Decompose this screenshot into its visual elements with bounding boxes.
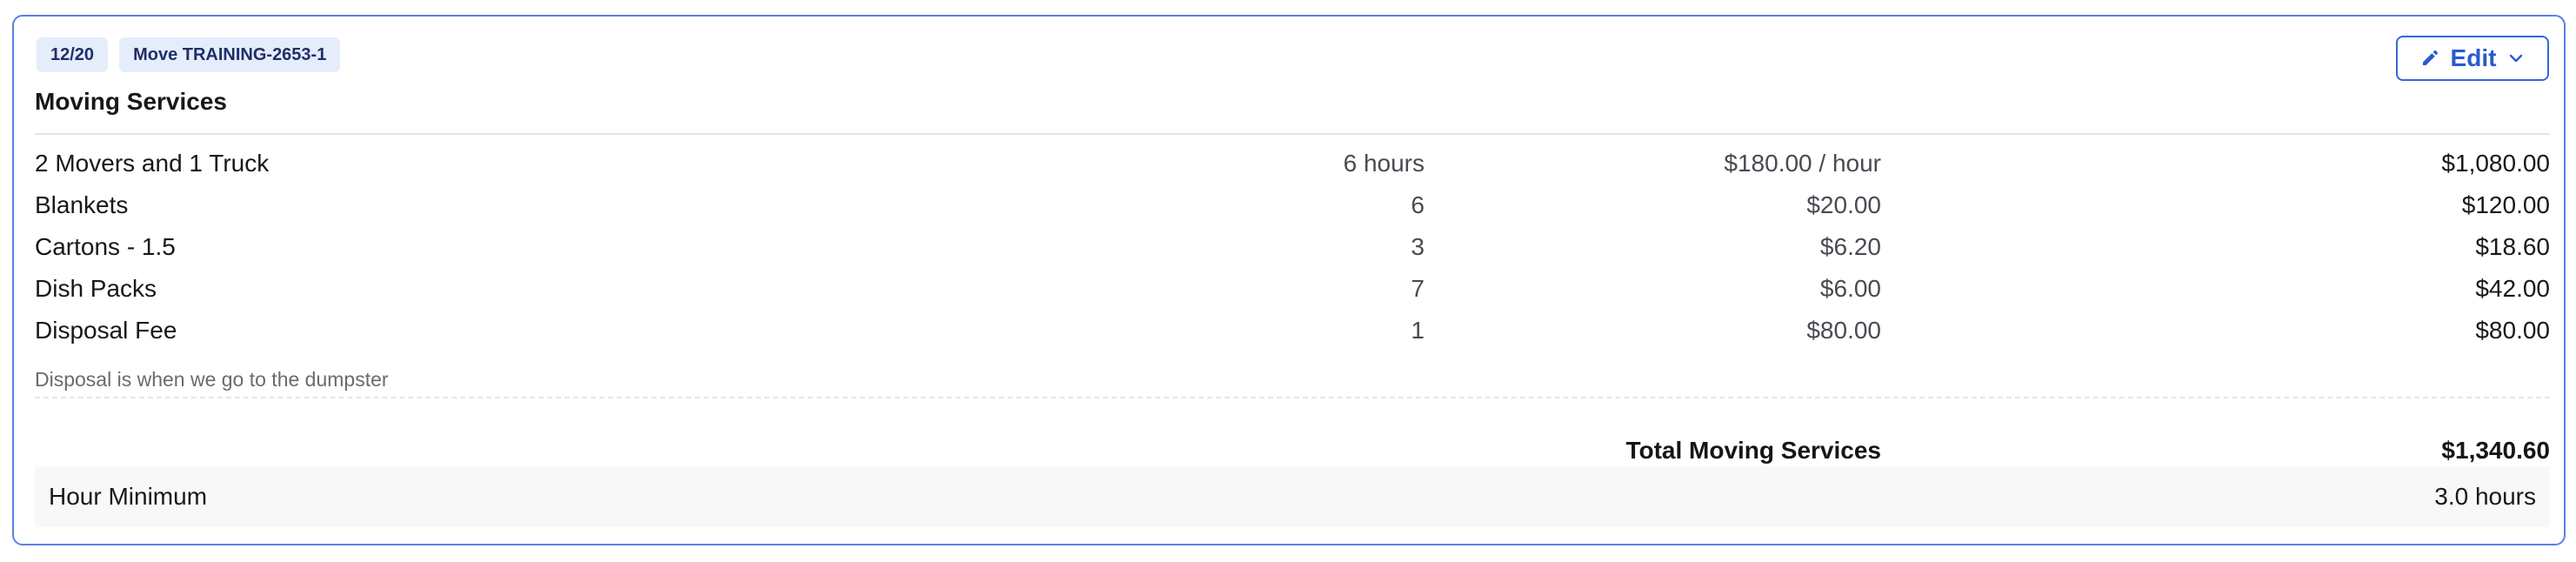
line-item: Dish Packs 7 $6.00 $42.00 <box>35 271 2550 306</box>
item-rate: $6.20 <box>1819 233 1881 260</box>
item-name: Dish Packs <box>35 275 157 302</box>
item-total: $18.60 <box>2475 233 2550 260</box>
item-total: $42.00 <box>2475 275 2550 302</box>
line-item: 2 Movers and 1 Truck 6 hours $180.00 / h… <box>35 146 2550 181</box>
item-quantity: 6 <box>1411 191 1425 218</box>
item-total: $80.00 <box>2475 317 2550 344</box>
hour-minimum-row: Hour Minimum 3.0 hours <box>35 466 2550 527</box>
edit-button-label: Edit <box>2450 44 2497 71</box>
line-item: Cartons - 1.5 3 $6.20 $18.60 <box>35 230 2550 264</box>
move-id-badge: Move TRAINING-2653-1 <box>119 37 341 72</box>
hour-minimum-value: 3.0 hours <box>2434 483 2536 510</box>
moving-services-card: 12/20 Move TRAINING-2653-1 Moving Servic… <box>12 15 2566 545</box>
item-rate: $6.00 <box>1819 275 1881 302</box>
item-description: Disposal is when we go to the dumpster <box>35 368 389 391</box>
item-total: $1,080.00 <box>2441 150 2550 177</box>
item-name: Cartons - 1.5 <box>35 233 176 260</box>
item-rate: $180.00 / hour <box>1724 150 1881 177</box>
total-label: Total Moving Services <box>1625 437 1881 464</box>
item-name: Blankets <box>35 191 129 218</box>
pencil-icon <box>2421 50 2439 67</box>
total-row: Total Moving Services $1,340.60 <box>35 433 2550 468</box>
line-item: Blankets 6 $20.00 $120.00 <box>35 188 2550 223</box>
hour-minimum-label: Hour Minimum <box>49 483 208 510</box>
line-item: Disposal Fee 1 $80.00 $80.00 <box>35 313 2550 348</box>
header-divider <box>35 133 2550 135</box>
chevron-down-icon <box>2508 53 2524 64</box>
item-quantity: 6 hours <box>1343 150 1425 177</box>
section-title: Moving Services <box>35 88 227 115</box>
badge-group: 12/20 Move TRAINING-2653-1 <box>37 37 341 72</box>
item-name: 2 Movers and 1 Truck <box>35 150 270 177</box>
total-divider <box>35 397 2550 398</box>
item-quantity: 7 <box>1411 275 1425 302</box>
item-name: Disposal Fee <box>35 317 177 344</box>
item-total: $120.00 <box>2461 191 2550 218</box>
item-rate: $80.00 <box>1806 317 1881 344</box>
edit-button[interactable]: Edit <box>2396 36 2549 81</box>
date-badge: 12/20 <box>37 37 109 72</box>
item-quantity: 1 <box>1411 317 1425 344</box>
item-quantity: 3 <box>1411 233 1425 260</box>
total-value: $1,340.60 <box>2441 437 2550 464</box>
item-rate: $20.00 <box>1806 191 1881 218</box>
